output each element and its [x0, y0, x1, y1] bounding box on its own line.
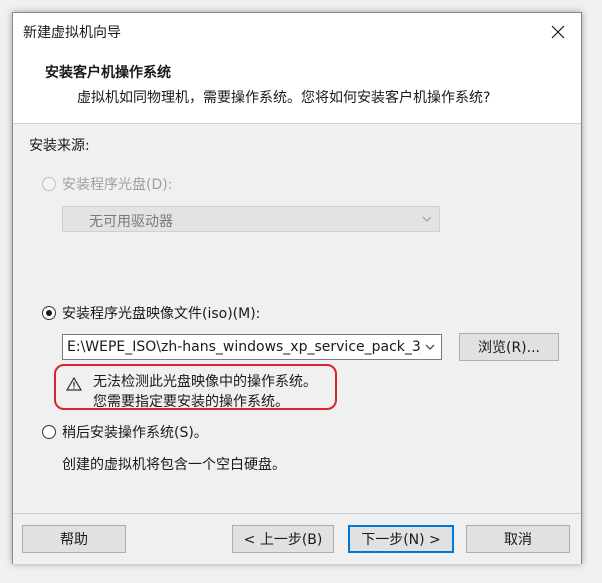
- disc-radio[interactable]: [42, 177, 56, 191]
- page-subtitle: 虚拟机如同物理机，需要操作系统。您将如何安装客户机操作系统?: [77, 90, 491, 106]
- close-icon: [551, 25, 565, 39]
- iso-option-label: 安装程序光盘映像文件(iso)(M):: [62, 306, 261, 322]
- install-later-radio[interactable]: [42, 425, 56, 439]
- new-vm-wizard-dialog: 新建虚拟机向导 安装客户机操作系统 虚拟机如同物理机，需要操作系统。您将如何安装…: [12, 12, 582, 564]
- chevron-down-icon: [425, 344, 435, 350]
- install-source-label: 安装来源:: [29, 138, 90, 154]
- cancel-button[interactable]: 取消: [466, 525, 570, 553]
- iso-path-dropdown-button[interactable]: [419, 335, 441, 359]
- page-title: 安装客户机操作系统: [45, 65, 171, 81]
- warning-text-line2: 您需要指定要安装的操作系统。: [93, 394, 289, 410]
- browse-button[interactable]: 浏览(R)...: [459, 333, 559, 361]
- iso-radio[interactable]: [42, 306, 56, 320]
- iso-warning: 无法检测此光盘映像中的操作系统。 您需要指定要安装的操作系统。: [54, 364, 337, 410]
- install-later-description: 创建的虚拟机将包含一个空白硬盘。: [62, 457, 286, 473]
- warning-triangle-icon: [66, 377, 82, 391]
- iso-path-combobox[interactable]: [62, 334, 442, 360]
- next-button[interactable]: 下一步(N) >: [348, 525, 454, 553]
- drive-select-value: 无可用驱动器: [89, 214, 173, 230]
- disc-option-label: 安装程序光盘(D):: [62, 177, 173, 193]
- chevron-down-icon: [422, 216, 432, 222]
- warning-text-line1: 无法检测此光盘映像中的操作系统。: [93, 374, 317, 390]
- wizard-footer: 帮助 < 上一步(B) 下一步(N) > 取消: [13, 513, 581, 564]
- window-title: 新建虚拟机向导: [23, 25, 121, 41]
- close-button[interactable]: [535, 13, 581, 51]
- wizard-header: 安装客户机操作系统 虚拟机如同物理机，需要操作系统。您将如何安装客户机操作系统?: [13, 51, 581, 124]
- back-button[interactable]: < 上一步(B): [232, 525, 334, 553]
- install-later-label: 稍后安装操作系统(S)。: [62, 425, 208, 441]
- title-bar: 新建虚拟机向导: [13, 13, 581, 51]
- iso-path-input[interactable]: [63, 335, 421, 359]
- drive-select[interactable]: 无可用驱动器: [62, 206, 440, 232]
- help-button[interactable]: 帮助: [22, 525, 126, 553]
